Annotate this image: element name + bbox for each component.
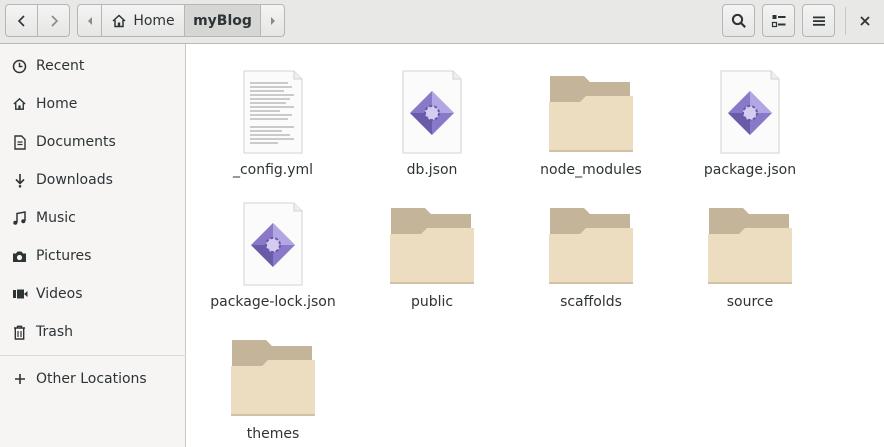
folder-item[interactable]: source	[671, 184, 829, 314]
code-file-icon	[671, 64, 829, 160]
folder-icon	[512, 64, 670, 160]
home-icon	[11, 97, 28, 111]
clock-icon	[11, 59, 28, 74]
file-grid: _config.yml db.json node_modules package…	[187, 44, 884, 447]
sidebar-item-other-locations[interactable]: Other Locations	[0, 361, 186, 397]
sidebar-item-label: Pictures	[36, 248, 92, 264]
sidebar-item-label: Downloads	[36, 172, 113, 188]
folder-icon	[194, 328, 352, 424]
hamburger-icon	[812, 16, 825, 26]
folder-name: source	[726, 294, 774, 310]
sidebar-item-label: Trash	[36, 324, 73, 340]
file-name: db.json	[406, 162, 458, 178]
sidebar-item-recent[interactable]: Recent	[0, 48, 186, 84]
music-icon	[11, 210, 28, 226]
breadcrumb-current-label: myBlog	[193, 12, 252, 29]
folder-name: node_modules	[540, 162, 642, 178]
sidebar-item-label: Music	[36, 210, 76, 226]
code-file-icon	[194, 196, 352, 292]
camera-icon	[11, 250, 28, 263]
pan-end-icon	[270, 16, 275, 25]
list-view-icon	[771, 14, 785, 27]
sidebar-item-documents[interactable]: Documents	[0, 124, 186, 160]
sidebar-item-label: Videos	[36, 286, 83, 302]
sidebar-item-trash[interactable]: Trash	[0, 314, 186, 350]
folder-icon	[353, 196, 511, 292]
folder-name: public	[410, 294, 454, 310]
breadcrumb-scroll-right[interactable]	[260, 4, 285, 37]
back-button[interactable]	[5, 4, 38, 37]
code-file-icon	[353, 64, 511, 160]
header-bar: Home myBlog	[0, 0, 884, 44]
close-button[interactable]	[852, 7, 878, 35]
sidebar-item-videos[interactable]: Videos	[0, 276, 186, 312]
view-options-button[interactable]	[762, 4, 795, 37]
text-file-icon	[194, 64, 352, 160]
document-icon	[11, 134, 28, 150]
file-name: package.json	[703, 162, 797, 178]
breadcrumb: Home myBlog	[77, 4, 285, 37]
sidebar-item-home[interactable]: Home	[0, 86, 186, 122]
folder-name: scaffolds	[560, 294, 622, 310]
sidebar: Recent Home Documents Downloads Music Pi…	[0, 44, 186, 447]
breadcrumb-scroll-left[interactable]	[77, 4, 102, 37]
search-icon	[731, 13, 746, 28]
video-icon	[11, 288, 28, 300]
breadcrumb-home[interactable]: Home	[101, 4, 185, 37]
file-item[interactable]: package-lock.json	[194, 184, 352, 314]
file-name: package-lock.json	[210, 294, 336, 310]
pan-start-icon	[87, 16, 92, 25]
forward-button[interactable]	[37, 4, 70, 37]
sidebar-item-downloads[interactable]: Downloads	[0, 162, 186, 198]
header-separator	[845, 7, 846, 35]
sidebar-separator	[0, 355, 186, 356]
chevron-left-icon	[17, 14, 25, 27]
folder-name: themes	[246, 426, 300, 442]
file-name: _config.yml	[232, 162, 314, 178]
sidebar-item-label: Home	[36, 96, 78, 112]
file-item[interactable]: _config.yml	[194, 52, 352, 182]
folder-item[interactable]: themes	[194, 316, 352, 446]
chevron-right-icon	[50, 14, 58, 27]
breadcrumb-home-label: Home	[133, 12, 175, 29]
download-icon	[11, 173, 28, 188]
sidebar-item-label: Other Locations	[36, 371, 147, 387]
close-icon	[860, 16, 870, 26]
sidebar-item-music[interactable]: Music	[0, 200, 186, 236]
file-item[interactable]: db.json	[353, 52, 511, 182]
menu-button[interactable]	[802, 4, 835, 37]
sidebar-item-label: Documents	[36, 134, 116, 150]
search-button[interactable]	[722, 4, 755, 37]
plus-icon	[11, 373, 28, 385]
file-item[interactable]: package.json	[671, 52, 829, 182]
home-icon	[112, 13, 126, 27]
folder-item[interactable]: scaffolds	[512, 184, 670, 314]
breadcrumb-current[interactable]: myBlog	[184, 4, 261, 37]
sidebar-item-pictures[interactable]: Pictures	[0, 238, 186, 274]
folder-icon	[671, 196, 829, 292]
folder-icon	[512, 196, 670, 292]
folder-item[interactable]: node_modules	[512, 52, 670, 182]
trash-icon	[11, 325, 28, 340]
folder-item[interactable]: public	[353, 184, 511, 314]
sidebar-item-label: Recent	[36, 58, 85, 74]
